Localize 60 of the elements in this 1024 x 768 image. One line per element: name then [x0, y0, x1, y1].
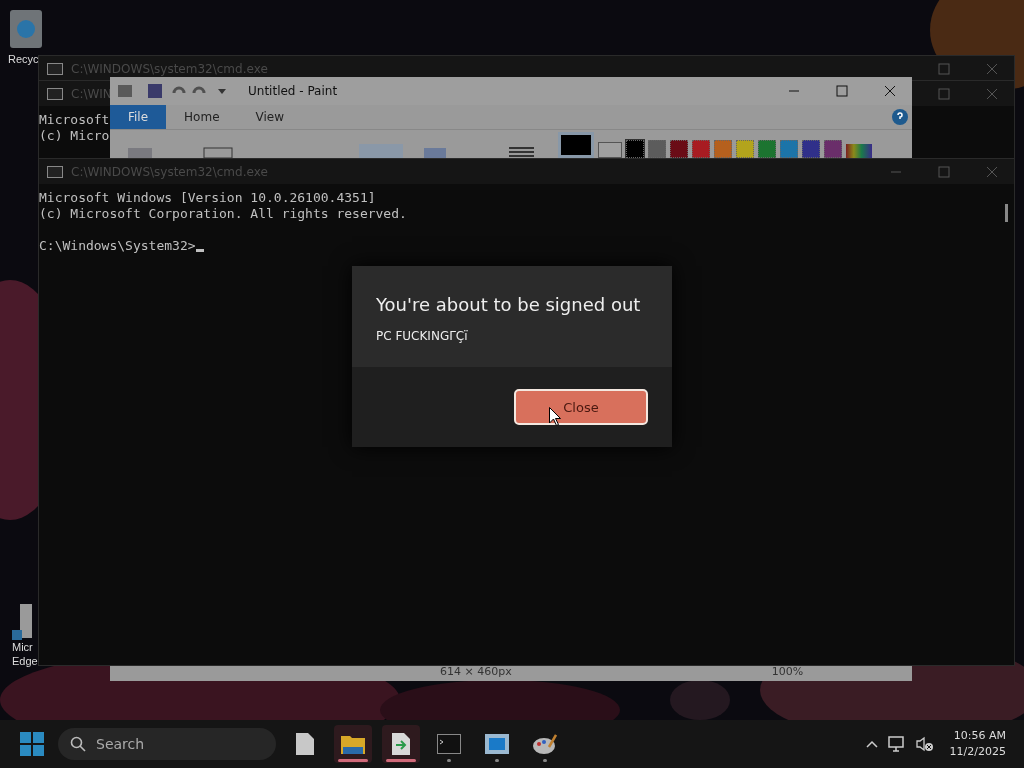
document-arrow-icon — [392, 733, 410, 755]
console-icon — [47, 62, 63, 75]
help-icon[interactable] — [892, 109, 908, 125]
color-swatch[interactable] — [692, 140, 710, 158]
search-icon — [70, 736, 86, 752]
quick-access-icons[interactable] — [118, 83, 228, 99]
restore-icon[interactable] — [938, 87, 950, 100]
secondary-color-swatch[interactable] — [598, 142, 622, 158]
color-swatch[interactable] — [714, 140, 732, 158]
taskbar-app[interactable] — [334, 725, 372, 763]
color-swatch[interactable] — [802, 140, 820, 158]
edit-colors-icon[interactable] — [846, 144, 872, 158]
palette-icon — [533, 733, 557, 755]
current-color-swatch[interactable] — [558, 132, 594, 158]
text-cursor — [195, 249, 204, 252]
console-icon — [47, 165, 63, 178]
console-icon — [47, 87, 63, 100]
recycle-bin-icon[interactable] — [8, 8, 44, 50]
start-icon[interactable] — [20, 732, 44, 756]
console-line: (c) Micro — [39, 128, 110, 144]
window-icon — [485, 734, 509, 754]
canvas-size-text: 614 × 460px — [440, 665, 512, 678]
console-line: Microsoft Windows [Version 10.0.26100.4351] — [39, 190, 376, 206]
muted-speaker-icon[interactable] — [915, 736, 934, 752]
zoom-level-text: 100% — [771, 665, 804, 678]
ribbon-tab[interactable]: Home — [166, 105, 238, 129]
color-swatch[interactable] — [736, 140, 754, 158]
mouse-pointer-icon — [549, 407, 561, 426]
close-icon[interactable] — [884, 85, 896, 97]
shortcut-icon[interactable] — [12, 604, 34, 640]
icon-label: Recyc — [8, 52, 39, 66]
console-line: (c) Microsoft Corporation. All rights reserved. — [39, 206, 407, 222]
chevron-up-icon[interactable] — [865, 740, 878, 748]
dialog-title: You're about to be signed out — [376, 294, 642, 315]
document-icon — [296, 733, 314, 755]
icon-label: Edge — [12, 654, 38, 668]
ribbon-tab[interactable]: View — [237, 105, 302, 129]
dialog-message: PC FUCKINGΓÇï — [376, 329, 469, 343]
restore-icon[interactable] — [938, 62, 950, 75]
maximize-icon[interactable] — [836, 85, 848, 97]
color-swatch[interactable] — [626, 140, 644, 158]
console-prompt: C:\Windows\System32> — [39, 238, 196, 254]
color-swatch[interactable] — [670, 140, 688, 158]
color-swatch[interactable] — [824, 140, 842, 158]
icon-label: Micr — [12, 640, 33, 654]
network-icon[interactable] — [887, 736, 906, 752]
console-line: Microsoft — [39, 112, 110, 128]
taskbar-app[interactable] — [382, 725, 420, 763]
terminal-icon — [437, 734, 461, 754]
color-swatch[interactable] — [758, 140, 776, 158]
clock[interactable]: 10:56 AM 11/2/2025 — [949, 728, 1006, 760]
folder-icon — [341, 734, 365, 754]
search-field[interactable]: Search — [58, 728, 276, 760]
color-swatch[interactable] — [780, 140, 798, 158]
restore-icon[interactable] — [938, 165, 950, 178]
scrollbar-thumb[interactable] — [1005, 204, 1008, 222]
color-swatch[interactable] — [648, 140, 666, 158]
ribbon-tab[interactable]: File — [110, 105, 167, 129]
close-button[interactable]: Close — [514, 389, 648, 425]
window-title: Untitled - Paint — [248, 84, 338, 98]
